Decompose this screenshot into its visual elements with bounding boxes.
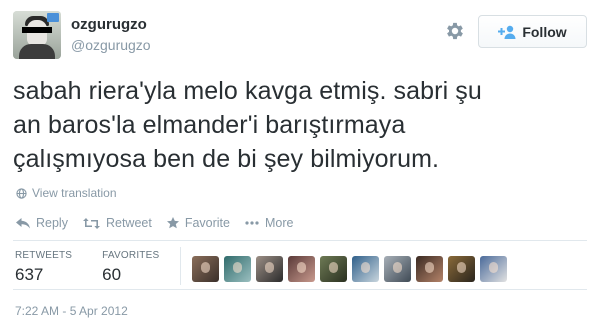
favoriter-avatar[interactable] xyxy=(384,256,411,282)
favorites-count: 60 xyxy=(102,265,122,284)
gear-icon[interactable] xyxy=(444,20,466,42)
tweet-text-line: çalışmıyosa ben de bi şey bilmiyorum. xyxy=(13,145,440,173)
favorites-label: FAVORITES xyxy=(102,250,160,261)
tweet-stats: RETWEETS 637 FAVORITES 60 xyxy=(15,249,189,285)
avatar[interactable] xyxy=(13,11,61,59)
favoriters-list xyxy=(192,256,507,282)
follow-button-label: Follow xyxy=(522,23,567,40)
retweets-count: 637 xyxy=(15,265,44,284)
more-button[interactable]: More xyxy=(245,216,293,230)
more-label: More xyxy=(264,216,294,230)
favoriter-avatar[interactable] xyxy=(448,256,475,282)
tweet-header: ozgurugzo @ozgurugzo Follow xyxy=(13,11,587,61)
retweet-icon xyxy=(82,217,100,229)
favoriter-avatar[interactable] xyxy=(416,256,443,282)
reply-button[interactable]: Reply xyxy=(16,216,68,230)
favoriter-avatar[interactable] xyxy=(256,256,283,282)
tweet-actions: Reply Retweet Favorite More xyxy=(16,216,308,230)
reply-icon xyxy=(16,217,30,228)
stats-separator xyxy=(180,247,181,285)
favorites-stat[interactable]: FAVORITES 60 xyxy=(102,249,159,285)
follow-button[interactable]: Follow xyxy=(478,15,587,48)
favorite-button[interactable]: Favorite xyxy=(166,216,230,230)
favoriter-avatar[interactable] xyxy=(192,256,219,282)
retweets-stat[interactable]: RETWEETS 637 xyxy=(15,249,72,285)
add-user-icon xyxy=(498,25,516,39)
more-icon xyxy=(245,221,259,225)
tweet-text-line: an baros'la elmander'i barıştırmaya xyxy=(13,111,406,139)
favorite-label: Favorite xyxy=(184,216,230,230)
view-translation-label: View translation xyxy=(32,186,117,200)
divider xyxy=(13,289,587,290)
reply-label: Reply xyxy=(36,216,68,230)
globe-icon xyxy=(16,187,27,199)
user-names: ozgurugzo @ozgurugzo xyxy=(71,15,151,54)
view-translation-link[interactable]: View translation xyxy=(16,186,117,200)
retweet-button[interactable]: Retweet xyxy=(82,216,152,230)
retweets-label: RETWEETS xyxy=(15,250,73,261)
user-full-name[interactable]: ozgurugzo xyxy=(71,15,151,34)
favoriter-avatar[interactable] xyxy=(480,256,507,282)
tweet-text: sabah riera'yla melo kavga etmiş. sabri … xyxy=(13,74,583,176)
retweet-label: Retweet xyxy=(105,216,152,230)
tweet-timestamp[interactable]: 7:22 AM - 5 Apr 2012 xyxy=(15,304,128,318)
favoriter-avatar[interactable] xyxy=(320,256,347,282)
favoriter-avatar[interactable] xyxy=(352,256,379,282)
divider xyxy=(13,240,587,241)
user-screen-name[interactable]: @ozgurugzo xyxy=(71,36,151,54)
favoriter-avatar[interactable] xyxy=(224,256,251,282)
tweet-text-line: sabah riera'yla melo kavga etmiş. sabri … xyxy=(13,77,482,105)
favoriter-avatar[interactable] xyxy=(288,256,315,282)
star-icon xyxy=(166,217,179,229)
